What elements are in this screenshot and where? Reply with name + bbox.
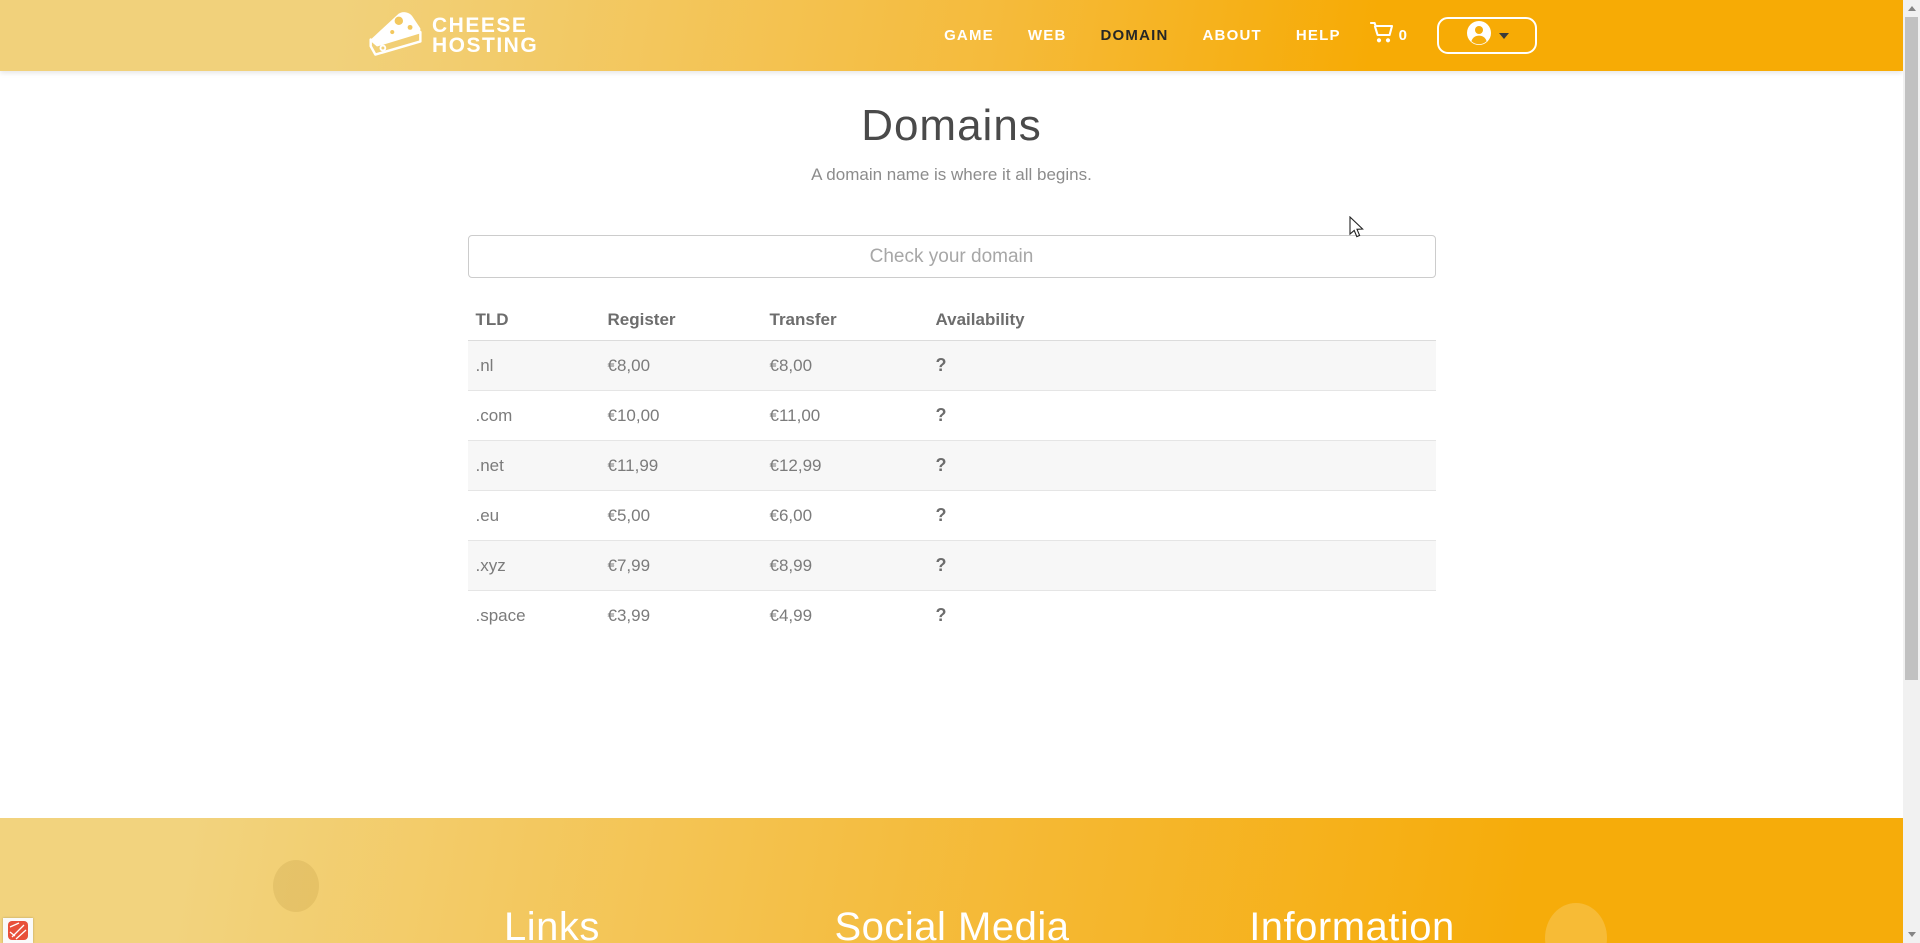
cheese-logo-icon xyxy=(366,8,426,63)
availability-cell: ? xyxy=(928,391,1436,441)
footer-heading-social-media: Social Media xyxy=(752,905,1152,943)
cart-button[interactable]: 0 xyxy=(1358,22,1419,49)
top-navbar: CHEESE HOSTING GAME WEB DOMAIN ABOUT HEL… xyxy=(0,0,1903,71)
brand-name: CHEESE HOSTING xyxy=(432,16,538,55)
table-row: .space €3,99 €4,99 ? xyxy=(468,591,1436,641)
tld-cell: .nl xyxy=(468,341,600,391)
column-header-tld: TLD xyxy=(468,300,600,341)
footer-heading-information: Information xyxy=(1152,905,1552,943)
screen-share-indicator-icon[interactable] xyxy=(3,918,33,943)
user-circle-icon xyxy=(1466,20,1492,51)
register-price-cell: €3,99 xyxy=(600,591,762,641)
table-row: .nl €8,00 €8,00 ? xyxy=(468,341,1436,391)
transfer-price-cell: €8,00 xyxy=(762,341,928,391)
nav-item-about[interactable]: ABOUT xyxy=(1186,27,1279,44)
cart-icon xyxy=(1370,22,1394,49)
table-row: .com €10,00 €11,00 ? xyxy=(468,391,1436,441)
page-subtitle: A domain name is where it all begins. xyxy=(468,165,1436,185)
nav-item-game[interactable]: GAME xyxy=(927,27,1011,44)
column-header-register: Register xyxy=(600,300,762,341)
tld-cell: .xyz xyxy=(468,541,600,591)
transfer-price-cell: €11,00 xyxy=(762,391,928,441)
table-header-row: TLD Register Transfer Availability xyxy=(468,300,1436,341)
footer-decor-circle xyxy=(273,860,319,912)
page-title: Domains xyxy=(468,101,1436,151)
scrollbar-thumb[interactable] xyxy=(1905,17,1918,680)
footer-decor-circle xyxy=(1545,903,1607,943)
availability-cell: ? xyxy=(928,491,1436,541)
column-header-transfer: Transfer xyxy=(762,300,928,341)
register-price-cell: €8,00 xyxy=(600,341,762,391)
register-price-cell: €10,00 xyxy=(600,391,762,441)
domain-search-input[interactable] xyxy=(468,235,1436,278)
register-price-cell: €5,00 xyxy=(600,491,762,541)
tld-cell: .net xyxy=(468,441,600,491)
cart-count-badge: 0 xyxy=(1399,27,1407,44)
transfer-price-cell: €8,99 xyxy=(762,541,928,591)
availability-cell: ? xyxy=(928,541,1436,591)
register-price-cell: €11,99 xyxy=(600,441,762,491)
nav-item-domain[interactable]: DOMAIN xyxy=(1083,27,1185,44)
scroll-down-arrow-icon xyxy=(1908,932,1916,937)
tld-cell: .com xyxy=(468,391,600,441)
footer-heading-links: Links xyxy=(352,905,752,943)
table-row: .xyz €7,99 €8,99 ? xyxy=(468,541,1436,591)
availability-cell: ? xyxy=(928,441,1436,491)
nav-item-help[interactable]: HELP xyxy=(1279,27,1358,44)
page-footer: Links Social Media Information xyxy=(0,818,1903,943)
availability-cell: ? xyxy=(928,341,1436,391)
browser-viewport: CHEESE HOSTING GAME WEB DOMAIN ABOUT HEL… xyxy=(0,0,1920,943)
transfer-price-cell: €4,99 xyxy=(762,591,928,641)
scroll-down-button[interactable] xyxy=(1903,926,1920,943)
table-row: .net €11,99 €12,99 ? xyxy=(468,441,1436,491)
table-row: .eu €5,00 €6,00 ? xyxy=(468,491,1436,541)
tld-cell: .space xyxy=(468,591,600,641)
transfer-price-cell: €12,99 xyxy=(762,441,928,491)
nav-item-web[interactable]: WEB xyxy=(1011,27,1084,44)
navbar-container: CHEESE HOSTING GAME WEB DOMAIN ABOUT HEL… xyxy=(366,0,1537,71)
availability-cell: ? xyxy=(928,591,1436,641)
account-dropdown-button[interactable] xyxy=(1437,17,1537,54)
brand-logo[interactable]: CHEESE HOSTING xyxy=(366,8,538,63)
tld-cell: .eu xyxy=(468,491,600,541)
transfer-price-cell: €6,00 xyxy=(762,491,928,541)
chevron-down-icon xyxy=(1499,33,1509,39)
column-header-availability: Availability xyxy=(928,300,1436,341)
tld-price-table: TLD Register Transfer Availability .nl €… xyxy=(468,300,1436,640)
main-nav: GAME WEB DOMAIN ABOUT HELP 0 xyxy=(927,17,1537,54)
register-price-cell: €7,99 xyxy=(600,541,762,591)
vertical-scrollbar[interactable] xyxy=(1903,0,1920,943)
scroll-up-arrow-icon xyxy=(1908,6,1916,11)
scroll-up-button[interactable] xyxy=(1903,0,1920,17)
main-content: Domains A domain name is where it all be… xyxy=(0,71,1903,640)
